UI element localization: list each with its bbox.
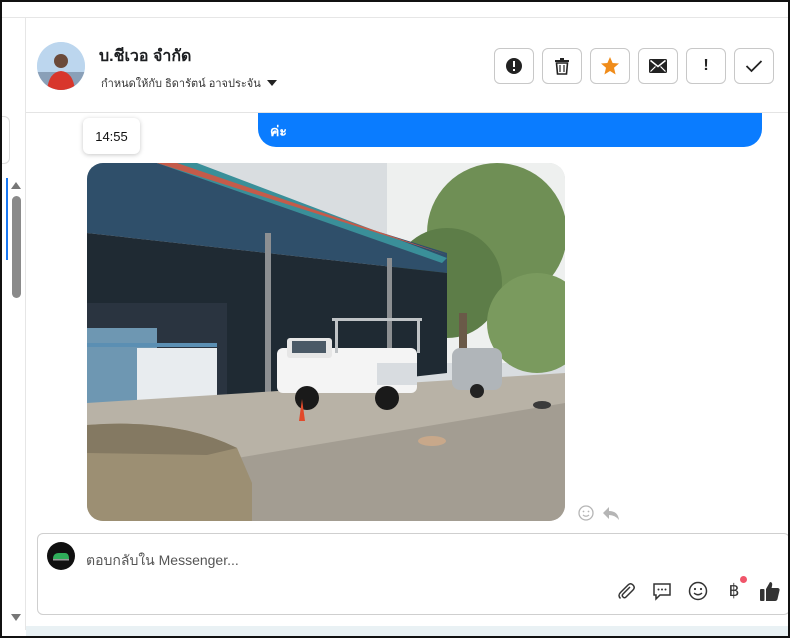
envelope-icon	[649, 59, 667, 73]
message-thread: ค่ะ 14:55	[26, 113, 788, 531]
message-timestamp: 14:55	[83, 118, 140, 154]
message-text: ค่ะ	[270, 123, 287, 139]
scrollbar-thumb[interactable]	[12, 196, 21, 298]
notification-dot	[740, 576, 747, 583]
alert-circle-icon	[506, 58, 522, 74]
assignee-dropdown[interactable]: กำหนดให้กับ ธิดารัตน์ อาจประจัน	[101, 74, 277, 92]
emoji-icon	[688, 581, 708, 601]
payment-button[interactable]: ฿	[723, 576, 747, 602]
mark-unread-button[interactable]	[638, 48, 678, 84]
messenger-window: บ.ชีเวอ จำกัด กำหนดให้กับ ธิดารัตน์ อาจป…	[0, 0, 790, 638]
smiley-icon[interactable]	[578, 505, 594, 521]
attach-button[interactable]	[615, 580, 637, 602]
assignee-label: กำหนดให้กับ ธิดารัตน์ อาจประจัน	[101, 78, 261, 90]
reply-icon[interactable]	[602, 505, 620, 521]
composer-tools: ฿	[615, 576, 781, 602]
left-gutter	[2, 18, 26, 630]
delete-button[interactable]	[542, 48, 582, 84]
star-button[interactable]	[590, 48, 630, 84]
bottom-strip	[26, 626, 788, 636]
reply-composer: ตอบกลับใน Messenger... ฿	[37, 533, 788, 615]
contact-avatar[interactable]	[37, 42, 85, 90]
paperclip-icon	[618, 583, 635, 600]
saved-replies-icon	[653, 583, 671, 601]
collapse-tab[interactable]	[2, 116, 10, 164]
scroll-up-arrow[interactable]	[11, 182, 21, 189]
saved-replies-button[interactable]	[651, 580, 673, 602]
priority-button[interactable]: !	[686, 48, 726, 84]
mark-done-button[interactable]	[734, 48, 774, 84]
scroll-down-arrow[interactable]	[11, 614, 21, 621]
reply-input[interactable]: ตอบกลับใน Messenger...	[86, 550, 239, 572]
scroll-accent	[6, 178, 8, 260]
emoji-button[interactable]	[687, 580, 709, 602]
conversation-header: บ.ชีเวอ จำกัด กำหนดให้กับ ธิดารัตน์ อาจป…	[26, 19, 788, 113]
baht-icon: ฿	[728, 581, 740, 601]
check-icon	[745, 60, 763, 73]
outgoing-message-bubble[interactable]: ค่ะ	[258, 113, 762, 147]
header-actions: !	[494, 48, 774, 84]
thumbs-up-icon	[760, 582, 780, 601]
top-strip	[2, 2, 788, 18]
spam-button[interactable]	[494, 48, 534, 84]
trash-icon	[555, 58, 569, 75]
star-icon	[601, 57, 619, 75]
message-photo[interactable]	[87, 163, 565, 521]
contact-name: บ.ชีเวอ จำกัด	[99, 48, 192, 65]
like-button[interactable]	[759, 580, 781, 602]
chevron-down-icon	[266, 80, 277, 86]
exclamation-icon: !	[703, 57, 709, 74]
page-avatar	[47, 542, 75, 570]
message-reactions	[578, 505, 620, 521]
